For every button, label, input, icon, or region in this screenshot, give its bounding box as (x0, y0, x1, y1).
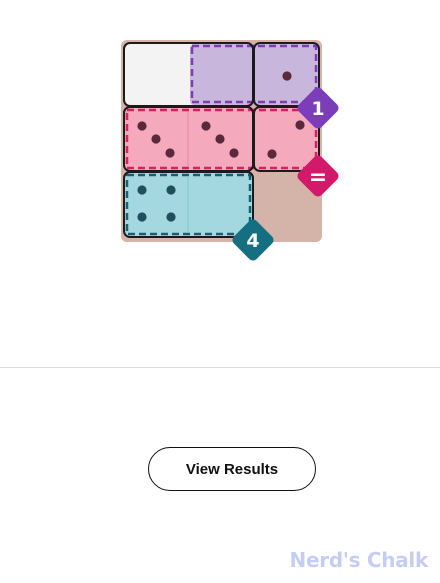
pip (151, 134, 161, 144)
view-results-button[interactable]: View Results (148, 447, 316, 491)
pip (201, 121, 211, 131)
section-divider (0, 367, 440, 368)
pip (137, 185, 147, 195)
watermark: Nerd's Chalk (289, 548, 429, 572)
pip (229, 148, 239, 158)
pip (165, 148, 175, 158)
pip (166, 212, 176, 222)
pip (282, 71, 292, 81)
puzzle-board: 1 = 4 (121, 40, 339, 261)
pip (215, 134, 225, 144)
badge-label: = (309, 165, 327, 190)
pip (137, 212, 147, 222)
badge-label: 4 (246, 230, 259, 252)
badge-label: 1 (311, 98, 324, 120)
purple-region-tile (190, 44, 252, 105)
pip (137, 121, 147, 131)
pip (267, 149, 277, 159)
pip (166, 185, 176, 195)
pip (295, 120, 305, 130)
